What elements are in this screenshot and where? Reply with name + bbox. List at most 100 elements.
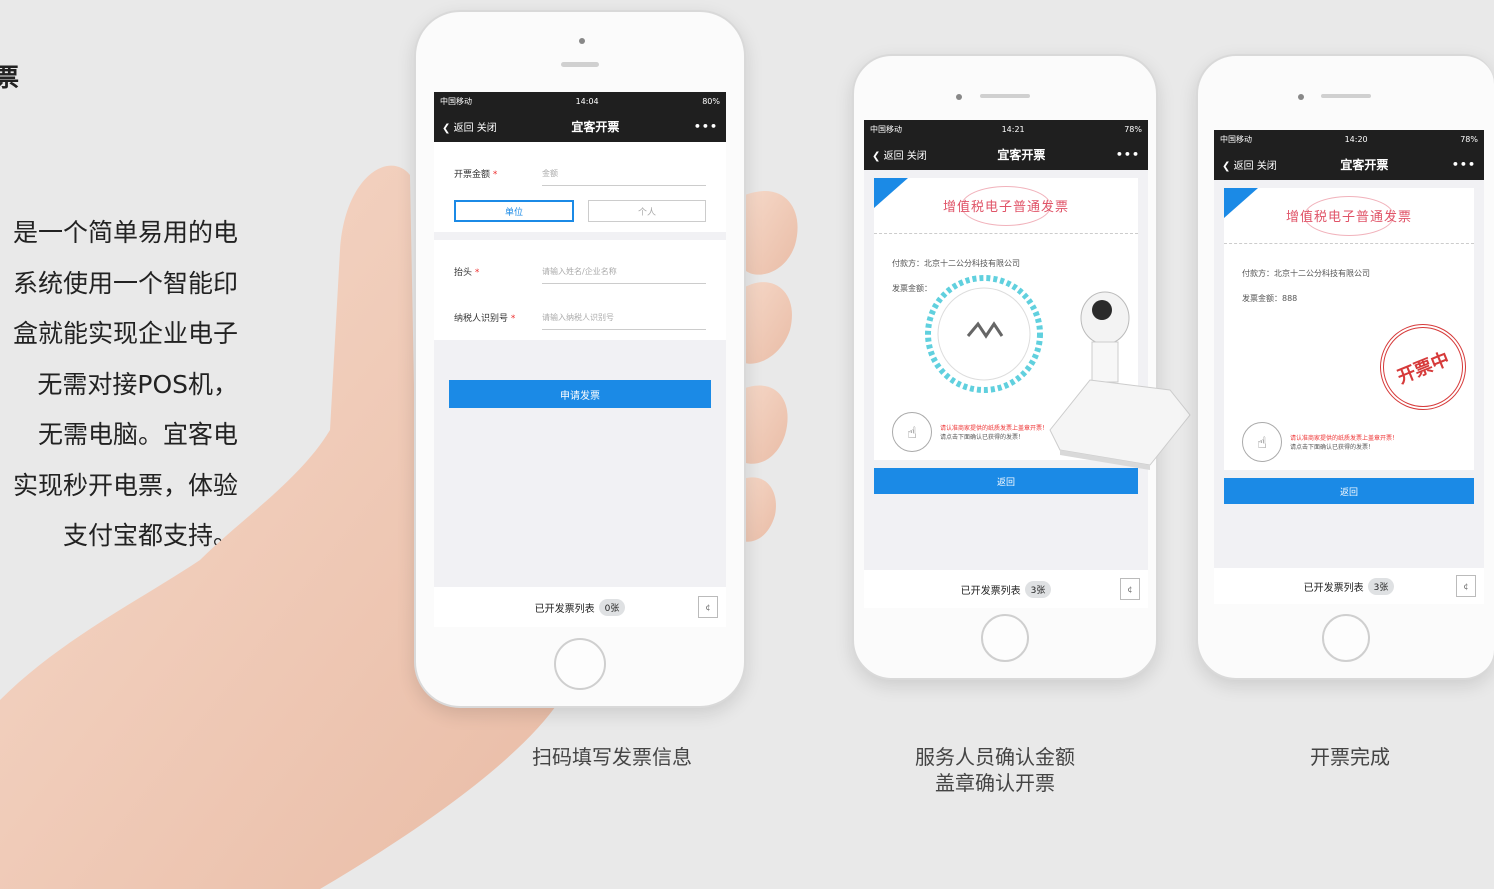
invoice-list-bar[interactable]: 已开发票列表 0张 ¢ — [434, 587, 726, 627]
payer-line: 付款方：北京十二公分科技有限公司 — [1242, 269, 1370, 278]
hand-tap-icon: ☝ — [892, 412, 932, 452]
chevron-left-icon[interactable]: ❮ — [872, 151, 880, 162]
return-button[interactable]: 返回 — [1224, 478, 1474, 504]
camera-icon — [1298, 94, 1304, 100]
notice-text: 请认准商家提供的纸质发票上盖章开票！ 请点击下面确认已获得的发票！ — [940, 423, 1048, 441]
header-label: 抬头 * — [454, 268, 480, 278]
notice-line: 请认准商家提供的纸质发票上盖章开票！ — [1290, 435, 1399, 442]
chevron-left-icon[interactable]: ❮ — [442, 123, 450, 134]
phone-step3: 中国移动 14:20 78% ❮ 返回 关闭 宜客开票 ••• 增值税电子普通发… — [1196, 54, 1494, 680]
notice-line: 请点击下面确认已获得的发票！ — [940, 434, 1025, 441]
notice-line: 请认准商家提供的纸质发票上盖章开票！ — [940, 425, 1049, 432]
nav-title: 宜客开票 — [1340, 157, 1389, 172]
taxid-row: 纳税人识别号 * 请输入纳税人识别号 — [454, 296, 706, 330]
taxid-input[interactable]: 请输入纳税人识别号 — [542, 312, 706, 330]
home-button[interactable] — [554, 638, 606, 690]
nav-back-group: ❮ 返回 关闭 — [872, 147, 927, 162]
carrier-label: 中国移动 — [440, 96, 472, 106]
amount-input[interactable]: 金额 — [542, 168, 706, 186]
invoice-count-badge: 3张 — [1367, 577, 1395, 595]
nav-back-button[interactable]: 返回 — [884, 151, 904, 162]
camera-icon — [956, 94, 962, 100]
header-input[interactable]: 请输入姓名/企业名称 — [542, 266, 706, 284]
carrier-label: 中国移动 — [870, 124, 902, 134]
notice-row: ☝ 请认准商家提供的纸质发票上盖章开票！ 请点击下面确认已获得的发票！ — [1224, 414, 1474, 470]
nav-back-group: ❮ 返回 关闭 — [1222, 157, 1277, 172]
phone-screen: 中国移动 14:20 78% ❮ 返回 关闭 宜客开票 ••• 增值税电子普通发… — [1214, 130, 1484, 604]
invoice-icon[interactable]: ¢ — [1120, 578, 1140, 600]
invoice-list-label: 已开发票列表 — [534, 603, 595, 615]
home-button[interactable] — [981, 614, 1029, 662]
invoice-type-toggle: 单位 个人 — [454, 200, 706, 222]
invoice-count-badge: 3张 — [1024, 580, 1052, 598]
invoice-icon[interactable]: ¢ — [698, 596, 718, 618]
status-bar: 中国移动 14:21 78% — [864, 120, 1148, 138]
carrier-label: 中国移动 — [1220, 134, 1252, 144]
status-bar: 中国移动 14:04 80% — [434, 92, 726, 110]
home-button[interactable] — [1322, 614, 1370, 662]
invoice-list-label: 已开发票列表 — [960, 585, 1021, 597]
more-icon[interactable]: ••• — [1116, 148, 1140, 161]
invoice-count-badge: 0张 — [598, 598, 626, 616]
nav-back-button[interactable]: 返回 — [1234, 161, 1254, 172]
invoice-form-section-2: 抬头 * 请输入姓名/企业名称 纳税人识别号 * 请输入纳税人识别号 — [434, 240, 726, 340]
camera-icon — [579, 38, 585, 44]
nav-bar: ❮ 返回 关闭 宜客开票 ••• — [864, 138, 1148, 170]
invoice-list-label: 已开发票列表 — [1303, 582, 1364, 594]
payer-line: 付款方：北京十二公分科技有限公司 — [892, 259, 1020, 268]
more-icon[interactable]: ••• — [1452, 158, 1476, 171]
seal-ring-icon — [961, 185, 1051, 226]
notice-line: 请点击下面确认已获得的发票！ — [1290, 444, 1375, 451]
battery-label: 78% — [1460, 134, 1478, 144]
caption-step2: 服务人员确认金额 盖章确认开票 — [880, 744, 1110, 796]
speaker-icon — [561, 62, 599, 67]
speaker-icon — [980, 94, 1030, 98]
caption-step3: 开票完成 — [1310, 745, 1390, 769]
nav-back-group: ❮ 返回 关闭 — [442, 119, 497, 134]
invoice-card-body: 付款方：北京十二公分科技有限公司 发票金额：888 开票中 — [1224, 244, 1479, 423]
battery-label: 80% — [702, 96, 720, 106]
invoicing-stamp: 开票中 — [1367, 311, 1479, 423]
invoicing-stamp-text: 开票中 — [1394, 348, 1453, 389]
stamp-seal-icon — [925, 275, 1043, 393]
phone-step1: 中国移动 14:04 80% ❮ 返回 关闭 宜客开票 ••• 开票金额 * 金… — [414, 10, 746, 708]
battery-label: 78% — [1124, 124, 1142, 134]
smart-stamp-device-icon — [1049, 291, 1191, 470]
hand-tap-icon: ☝ — [1242, 422, 1282, 462]
invoice-card: 增值税电子普通发票 付款方：北京十二公分科技有限公司 发票金额：888 开票中 … — [1224, 188, 1479, 470]
amount-row: 开票金额 * 金额 — [454, 152, 706, 186]
invoice-list-bar[interactable]: 已开发票列表 3张 ¢ — [1214, 568, 1484, 604]
caption-step2-line2: 盖章确认开票 — [935, 771, 1055, 795]
invoice-icon[interactable]: ¢ — [1456, 575, 1476, 597]
corner-flag — [874, 178, 908, 208]
nav-title: 宜客开票 — [571, 119, 620, 134]
taxid-label: 纳税人识别号 * — [454, 314, 516, 324]
amount-line: 发票金额：888 — [1242, 294, 1298, 303]
chevron-left-icon[interactable]: ❮ — [1222, 161, 1230, 172]
caption-step1: 扫码填写发票信息 — [532, 745, 692, 769]
amount-label: 开票金额 * — [454, 170, 498, 180]
nav-back-button[interactable]: 返回 — [454, 123, 474, 134]
status-time: 14:20 — [1344, 134, 1368, 144]
invoice-list-bar[interactable]: 已开发票列表 3张 ¢ — [864, 570, 1148, 608]
apply-invoice-button[interactable]: 申请发票 — [449, 380, 711, 408]
phone-screen: 中国移动 14:04 80% ❮ 返回 关闭 宜客开票 ••• 开票金额 * 金… — [434, 92, 726, 627]
invoice-card-header: 增值税电子普通发票 — [874, 178, 1138, 234]
more-icon[interactable]: ••• — [694, 120, 718, 133]
type-company-button[interactable]: 单位 — [454, 200, 574, 222]
invoice-card-header: 增值税电子普通发票 — [1224, 188, 1474, 244]
caption-step2-line1: 服务人员确认金额 — [915, 745, 1075, 769]
return-button[interactable]: 返回 — [874, 468, 1138, 494]
speaker-icon — [1321, 94, 1371, 98]
nav-close-button[interactable]: 关闭 — [477, 123, 497, 134]
status-time: 14:21 — [1001, 124, 1025, 134]
nav-close-button[interactable]: 关闭 — [1257, 161, 1277, 172]
status-time: 14:04 — [575, 96, 599, 106]
type-personal-button[interactable]: 个人 — [588, 200, 706, 222]
nav-bar: ❮ 返回 关闭 宜客开票 ••• — [1214, 148, 1484, 180]
seal-ring-icon — [1304, 195, 1394, 236]
corner-flag — [1224, 188, 1258, 218]
header-row: 抬头 * 请输入姓名/企业名称 — [454, 250, 706, 284]
nav-close-button[interactable]: 关闭 — [907, 151, 927, 162]
notice-text: 请认准商家提供的纸质发票上盖章开票！ 请点击下面确认已获得的发票！ — [1290, 433, 1398, 451]
